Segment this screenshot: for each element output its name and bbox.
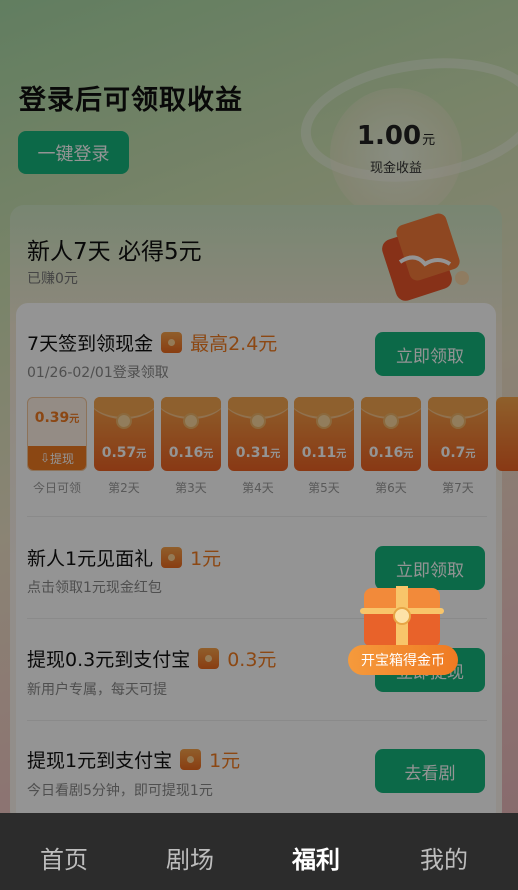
day-label: 第6天	[375, 481, 407, 495]
task-title: 提现1元到支付宝	[27, 750, 173, 772]
tab-welfare[interactable]: 福利	[292, 840, 340, 875]
newbie-title: 新人7天 必得5元	[27, 239, 202, 265]
withdraw-tag[interactable]: ⇩ 提现	[28, 446, 86, 470]
task-title-row: 提现0.3元到支付宝 0.3元	[27, 645, 276, 672]
task-title-row: 新人1元见面礼 1元	[27, 544, 221, 571]
task-reward: 0.3元	[227, 649, 277, 671]
cash-unit: 元	[422, 133, 436, 148]
day-card-5[interactable]: 0.11元 第5天	[294, 397, 354, 496]
bottom-tab-bar: 首页 剧场 福利 我的	[0, 813, 518, 890]
day-amount: 0.16元	[368, 445, 414, 461]
task-subtitle: 点击领取1元现金红包	[27, 580, 162, 596]
header: 登录后可领取收益 一键登录 1.00元 现金收益	[0, 0, 518, 220]
signin-highlight: 最高2.4元	[190, 333, 278, 355]
day-label: 第2天	[108, 481, 140, 495]
cash-bubble	[330, 88, 462, 220]
day-card-7[interactable]: 0.7元 第7天	[428, 397, 488, 496]
tab-home[interactable]: 首页	[40, 840, 88, 875]
red-envelope-icon	[198, 648, 220, 669]
task-reward: 1元	[209, 750, 241, 772]
red-envelope-icon[interactable]: 0.57元	[94, 397, 154, 471]
today-envelope[interactable]: 0.39元 ⇩ 提现	[27, 397, 87, 471]
day-label: 今日可领	[32, 481, 81, 495]
treasure-chest-icon[interactable]	[352, 580, 452, 650]
wallet-icon	[382, 213, 469, 301]
next-envelope-partial	[496, 397, 518, 471]
task-subtitle: 今日看剧5分钟，即可提现1元	[27, 783, 213, 799]
red-envelope-icon[interactable]: 0.7元	[428, 397, 488, 471]
cash-label: 现金收益	[369, 161, 422, 176]
treasure-chest-label[interactable]: 开宝箱得金币	[348, 645, 458, 675]
task-title: 提现0.3元到支付宝	[27, 649, 191, 671]
cash-value: 1.00元	[330, 121, 462, 151]
cash-amount: 1.00	[356, 121, 422, 151]
day-label: 第5天	[308, 481, 340, 495]
tab-me[interactable]: 我的	[420, 840, 468, 875]
signin-title: 7天签到领现金	[27, 333, 154, 355]
newbie-subtitle: 已赚0元	[27, 271, 78, 287]
divider	[27, 720, 487, 721]
day-card-6[interactable]: 0.16元 第6天	[361, 397, 421, 496]
red-envelope-icon	[161, 332, 183, 353]
signin-subtitle: 01/26-02/01登录领取	[27, 365, 169, 381]
day-card-4[interactable]: 0.31元 第4天	[228, 397, 288, 496]
day-amount: 0.7元	[440, 445, 476, 461]
signin-claim-button[interactable]: 立即领取	[375, 332, 485, 376]
red-envelope-icon[interactable]: 0.31元	[228, 397, 288, 471]
day-label: 第4天	[242, 481, 274, 495]
withdraw-icon: ⇩	[39, 451, 51, 465]
day-amount: 0.39元	[34, 410, 80, 426]
day-amount: 0.11元	[301, 445, 347, 461]
signin-days: 0.39元 ⇩ 提现 今日可领 0.57元 第2天 0.16元 第3天 0.31…	[27, 397, 497, 497]
day-amount: 0.31元	[235, 445, 281, 461]
watch-drama-button[interactable]: 去看剧	[375, 749, 485, 793]
login-button[interactable]: 一键登录	[18, 131, 129, 174]
red-envelope-icon	[180, 749, 202, 770]
day-amount: 0.57元	[101, 445, 147, 461]
task-subtitle: 新用户专属，每天可提	[27, 682, 167, 698]
day-card-2[interactable]: 0.57元 第2天	[94, 397, 154, 496]
day-card-1[interactable]: 0.39元 ⇩ 提现 今日可领	[27, 397, 87, 496]
day-amount: 0.16元	[168, 445, 214, 461]
task-reward: 1元	[190, 548, 222, 570]
red-envelope-icon[interactable]: 0.16元	[361, 397, 421, 471]
task-title: 新人1元见面礼	[27, 548, 154, 570]
page-title: 登录后可领取收益	[19, 85, 243, 116]
red-envelope-icon	[161, 547, 183, 568]
task-title-row: 提现1元到支付宝 1元	[27, 746, 240, 773]
day-label: 第7天	[442, 481, 474, 495]
divider	[27, 516, 487, 517]
day-card-3[interactable]: 0.16元 第3天	[161, 397, 221, 496]
signin-title-row: 7天签到领现金 最高2.4元	[27, 329, 277, 356]
day-label: 第3天	[175, 481, 207, 495]
red-envelope-icon[interactable]: 0.11元	[294, 397, 354, 471]
tab-theater[interactable]: 剧场	[166, 840, 214, 875]
red-envelope-icon[interactable]: 0.16元	[161, 397, 221, 471]
